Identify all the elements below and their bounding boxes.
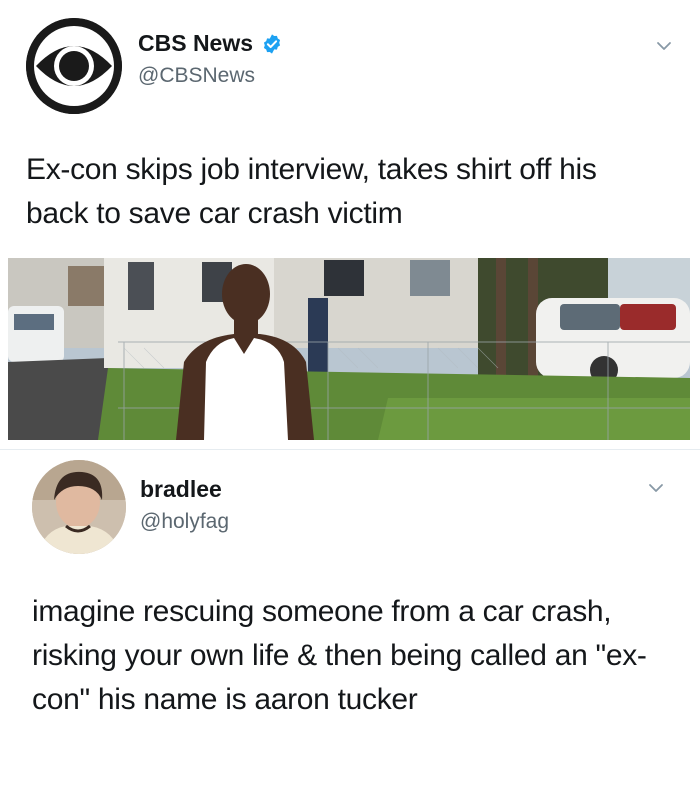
author-name-row[interactable]: bradlee xyxy=(140,476,222,503)
author-name[interactable]: bradlee xyxy=(140,476,222,503)
chevron-down-icon[interactable] xyxy=(646,478,666,498)
cbs-eye-logo-icon xyxy=(26,18,122,114)
tweet-cbs-news[interactable]: CBS News @CBSNews Ex-con skips job inter… xyxy=(0,0,700,450)
user-avatar-icon xyxy=(32,460,126,554)
author-name-row[interactable]: CBS News xyxy=(138,30,283,57)
chevron-down-icon[interactable] xyxy=(654,36,674,56)
author-handle[interactable]: @holyfag xyxy=(140,510,229,534)
author-name[interactable]: CBS News xyxy=(138,30,253,57)
media-photo xyxy=(8,258,690,440)
tweet-bradlee[interactable]: bradlee @holyfag imagine rescuing someon… xyxy=(0,450,700,804)
tweet-text: imagine rescuing someone from a car cras… xyxy=(32,595,647,716)
tweet-media-image[interactable] xyxy=(8,258,690,440)
cbs-logo-avatar[interactable] xyxy=(26,18,122,114)
tweet-text: Ex-con skips job interview, takes shirt … xyxy=(26,153,597,230)
bradlee-avatar[interactable] xyxy=(32,460,126,554)
verified-badge-icon xyxy=(263,33,281,54)
author-handle[interactable]: @CBSNews xyxy=(138,64,255,88)
